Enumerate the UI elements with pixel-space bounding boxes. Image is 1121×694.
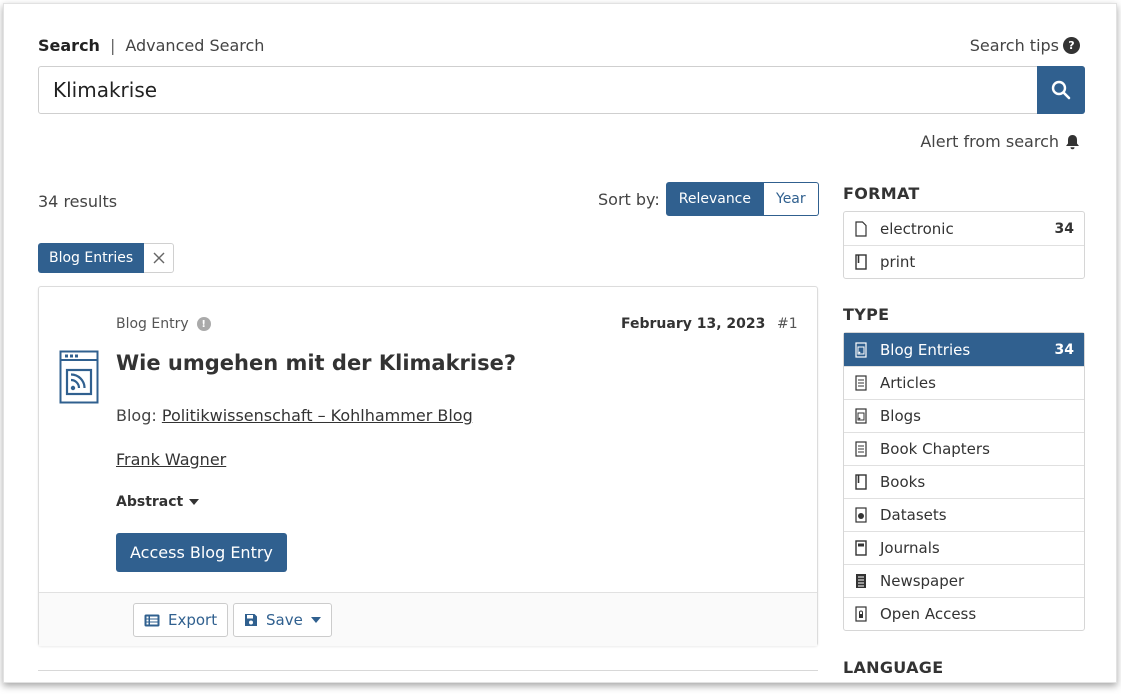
result-format-label: Blog Entry (116, 316, 189, 332)
facet-type-blog-entries[interactable]: Blog Entries 34 (844, 333, 1084, 366)
type-facet-list: Blog Entries 34 Articles Blogs Book Chap… (843, 332, 1085, 631)
search-tips-label: Search tips (969, 36, 1059, 55)
sort-control: Sort by: Relevance Year (598, 182, 819, 216)
type-heading: TYPE (843, 305, 890, 324)
search-tabs: Search | Advanced Search (38, 36, 264, 55)
facet-label: Blog Entries (880, 340, 971, 359)
active-filter-chip: Blog Entries (38, 243, 175, 273)
newspaper-icon (854, 573, 868, 589)
alert-from-search-link[interactable]: Alert from search (920, 132, 1080, 151)
result-format: Blog Entry ! (116, 316, 211, 332)
facet-format-print[interactable]: print (844, 245, 1084, 278)
search-box (38, 66, 1085, 114)
facet-label: Datasets (880, 506, 947, 524)
blog-link[interactable]: Politikwissenschaft – Kohlhammer Blog (162, 406, 473, 425)
tab-advanced-search[interactable]: Advanced Search (125, 36, 264, 55)
save-label: Save (266, 611, 303, 629)
author-link[interactable]: Frank Wagner (116, 450, 226, 469)
facet-type-books[interactable]: Books (844, 465, 1084, 498)
list-icon (144, 614, 160, 626)
caret-down-icon (189, 499, 200, 505)
caret-down-icon (310, 617, 321, 623)
facet-label: print (880, 253, 916, 271)
result-rank: #1 (777, 316, 798, 332)
language-heading: LANGUAGE (843, 658, 944, 677)
access-blog-entry-button[interactable]: Access Blog Entry (116, 533, 287, 572)
facet-label: Open Access (880, 605, 977, 623)
facet-type-newspaper[interactable]: Newspaper (844, 564, 1084, 597)
facet-count: 34 (1054, 220, 1074, 237)
facet-label: Blogs (880, 407, 921, 425)
search-tips-link[interactable]: Search tips ? (970, 36, 1080, 55)
sort-relevance-button[interactable]: Relevance (665, 182, 764, 216)
facet-label: Journals (880, 539, 940, 557)
result-title[interactable]: Wie umgehen mit der Klimakrise? (116, 351, 516, 375)
facet-format-electronic[interactable]: electronic 34 (844, 212, 1084, 245)
sort-label: Sort by: (598, 189, 660, 209)
book-icon (854, 254, 868, 270)
book-icon (854, 474, 868, 490)
results-count: 34 results (38, 192, 118, 211)
document-icon (854, 375, 868, 391)
facet-type-blogs[interactable]: Blogs (844, 399, 1084, 432)
abstract-label: Abstract (116, 494, 184, 510)
facet-label: electronic (880, 219, 954, 238)
journal-icon (854, 540, 868, 556)
result-card: Blog Entry ! February 13, 2023 #1 Wie um… (38, 286, 818, 646)
facet-type-articles[interactable]: Articles (844, 366, 1084, 399)
search-icon (1051, 80, 1071, 100)
document-icon (854, 441, 868, 457)
pie-doc-icon (854, 507, 868, 523)
lock-doc-icon (854, 606, 868, 622)
facet-label: Books (880, 473, 926, 491)
filter-chip-label: Blog Entries (38, 243, 145, 273)
search-button[interactable] (1037, 66, 1085, 114)
file-outline-icon (854, 220, 868, 237)
rss-doc-icon (854, 341, 868, 358)
blog-prefix: Blog: (116, 406, 157, 425)
facet-type-datasets[interactable]: Datasets (844, 498, 1084, 531)
facet-label: Newspaper (880, 572, 965, 590)
remove-filter-button[interactable] (144, 243, 175, 273)
rss-doc-icon (854, 408, 868, 424)
facet-label: Book Chapters (880, 440, 990, 458)
format-facet-list: electronic 34 print (843, 211, 1085, 279)
search-input[interactable] (39, 67, 1037, 113)
question-circle-icon: ? (1063, 37, 1080, 54)
export-button[interactable]: Export (133, 603, 229, 637)
facet-type-book-chapters[interactable]: Book Chapters (844, 432, 1084, 465)
tab-search[interactable]: Search (38, 36, 100, 55)
format-heading: FORMAT (843, 184, 920, 203)
facet-type-journals[interactable]: Journals (844, 531, 1084, 564)
bell-icon (1066, 134, 1079, 149)
info-icon[interactable]: ! (196, 317, 211, 331)
result-date: February 13, 2023 (621, 316, 766, 332)
floppy-disk-icon (245, 614, 257, 626)
result-blog: Blog: Politikwissenschaft – Kohlhammer B… (116, 406, 473, 425)
export-label: Export (168, 611, 218, 629)
save-button[interactable]: Save (233, 603, 332, 637)
close-icon (153, 252, 165, 264)
result-card-footer: Export Save (39, 592, 817, 646)
tab-separator: | (109, 36, 116, 55)
search-results-page: Search | Advanced Search Search tips ? Ale… (3, 3, 1117, 683)
sort-year-button[interactable]: Year (764, 182, 819, 216)
blog-entry-type-icon (59, 350, 99, 404)
alert-label: Alert from search (920, 132, 1059, 151)
facet-label: Articles (880, 374, 936, 392)
facet-type-open-access[interactable]: Open Access (844, 597, 1084, 630)
abstract-toggle[interactable]: Abstract (116, 494, 200, 510)
next-result-card (38, 670, 818, 671)
facet-count: 34 (1054, 341, 1074, 358)
